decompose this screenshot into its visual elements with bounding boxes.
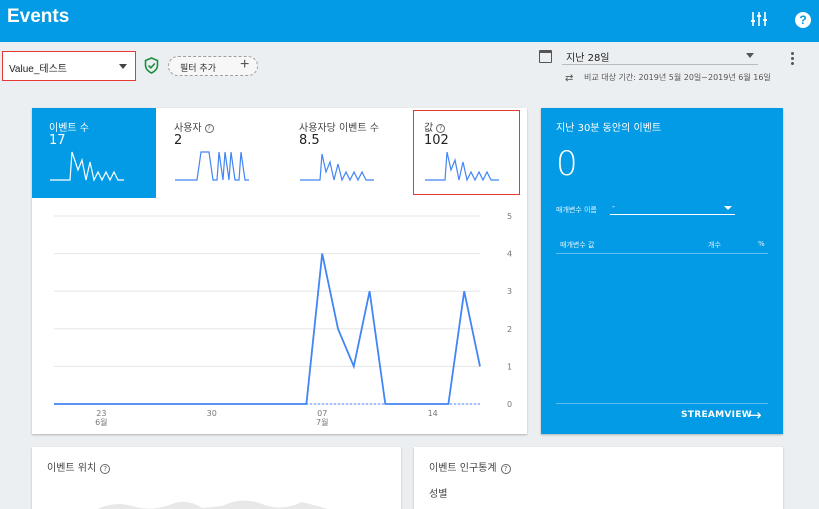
segment-dropdown-value: Value_테스트 — [9, 64, 67, 75]
events-metrics-card: 이벤트 수 17 사용자? 2 사용자당 이벤트 수 8.5 값? 102 54… — [32, 108, 527, 434]
y-tick-label: 5 — [507, 212, 512, 221]
add-filter-button[interactable]: 필터 추가 + — [168, 56, 258, 76]
event-demographics-card: 이벤트 인구통계? 성별 — [414, 447, 783, 509]
events-line-chart: 5 4 3 2 1 0 23 6월 30 07 7월 14 — [32, 202, 527, 434]
compare-arrows-icon: ⇄ — [565, 73, 574, 84]
arrow-right-icon[interactable]: → — [749, 406, 762, 424]
y-tick-label: 2 — [507, 325, 512, 334]
x-tick-month-label: 7월 — [316, 417, 328, 427]
world-map — [97, 500, 329, 509]
help-icon[interactable]: ? — [795, 12, 811, 28]
app-header: Events ? — [0, 0, 819, 42]
tune-icon[interactable] — [750, 10, 768, 28]
y-tick-label: 1 — [507, 362, 512, 371]
date-range-dropdown[interactable]: 지난 28일 — [562, 47, 758, 65]
realtime-title: 지난 30분 동안의 이벤트 — [556, 123, 662, 134]
metric-value: 17 — [49, 133, 66, 148]
metric-value: 2 — [174, 133, 183, 148]
y-tick-label: 3 — [507, 287, 512, 296]
divider — [556, 403, 768, 404]
tab-events-per-user[interactable]: 사용자당 이벤트 수 8.5 — [282, 108, 406, 198]
page-title: Events — [7, 6, 70, 27]
tab-event-count[interactable]: 이벤트 수 17 — [32, 108, 156, 198]
realtime-events-card: 지난 30분 동안의 이벤트 0 매개변수 이름 - 매개변수 값 개수 % S… — [541, 108, 783, 434]
col-percent: % — [758, 240, 765, 248]
chart-svg: 5 4 3 2 1 0 236월 30 077월 14 — [53, 212, 512, 427]
chevron-down-icon — [119, 64, 127, 69]
param-name-dropdown[interactable]: - — [610, 201, 735, 215]
event-location-card: 이벤트 위치? — [32, 447, 401, 509]
chevron-down-icon — [746, 53, 754, 58]
help-icon[interactable]: ? — [500, 464, 511, 474]
gender-label: 성별 — [429, 489, 448, 500]
param-name-value: - — [612, 202, 615, 211]
metric-value: 8.5 — [299, 133, 320, 148]
more-vert-icon[interactable] — [791, 52, 795, 67]
chevron-down-icon — [724, 206, 732, 210]
filter-bar: Value_테스트 필터 추가 + 지난 28일 ⇄ 비교 대상 기간: 201… — [0, 42, 819, 100]
value-tab-highlight — [413, 110, 520, 195]
param-table-header: 매개변수 값 개수 % — [556, 238, 768, 254]
date-range-value: 지난 28일 — [566, 53, 610, 64]
add-filter-label: 필터 추가 — [180, 64, 216, 74]
plus-icon: + — [240, 56, 250, 73]
x-tick-label: 30 — [207, 409, 217, 418]
x-tick-month-label: 6월 — [95, 417, 107, 427]
streamview-link[interactable]: STREAMVIEW — [681, 410, 752, 420]
compare-period-text: 비교 대상 기간: 2019년 5월 20일~2019년 6월 16일 — [584, 73, 771, 82]
segment-dropdown[interactable]: Value_테스트 — [2, 51, 136, 81]
event-count-sparkline — [50, 151, 124, 182]
metric-label: 이벤트 수 — [49, 123, 89, 134]
events-per-user-sparkline — [300, 153, 374, 182]
tab-users[interactable]: 사용자? 2 — [157, 108, 281, 198]
help-icon[interactable]: ? — [204, 124, 214, 133]
col-count: 개수 — [708, 241, 721, 249]
shield-check-icon — [144, 57, 159, 74]
demographics-title: 이벤트 인구통계 — [429, 463, 497, 474]
location-title: 이벤트 위치 — [47, 463, 97, 474]
metric-label: 사용자당 이벤트 수 — [299, 123, 379, 134]
help-icon[interactable]: ? — [100, 464, 111, 474]
realtime-value: 0 — [556, 144, 578, 184]
col-param-value: 매개변수 값 — [560, 241, 595, 249]
y-tick-label: 0 — [507, 400, 512, 409]
y-tick-label: 4 — [507, 250, 512, 259]
users-sparkline — [175, 151, 249, 181]
param-name-label: 매개변수 이름 — [556, 206, 597, 214]
calendar-icon — [539, 50, 552, 63]
x-tick-label: 14 — [428, 409, 438, 418]
x-tick-label: 23 — [96, 409, 106, 418]
x-tick-label: 07 — [317, 409, 327, 418]
